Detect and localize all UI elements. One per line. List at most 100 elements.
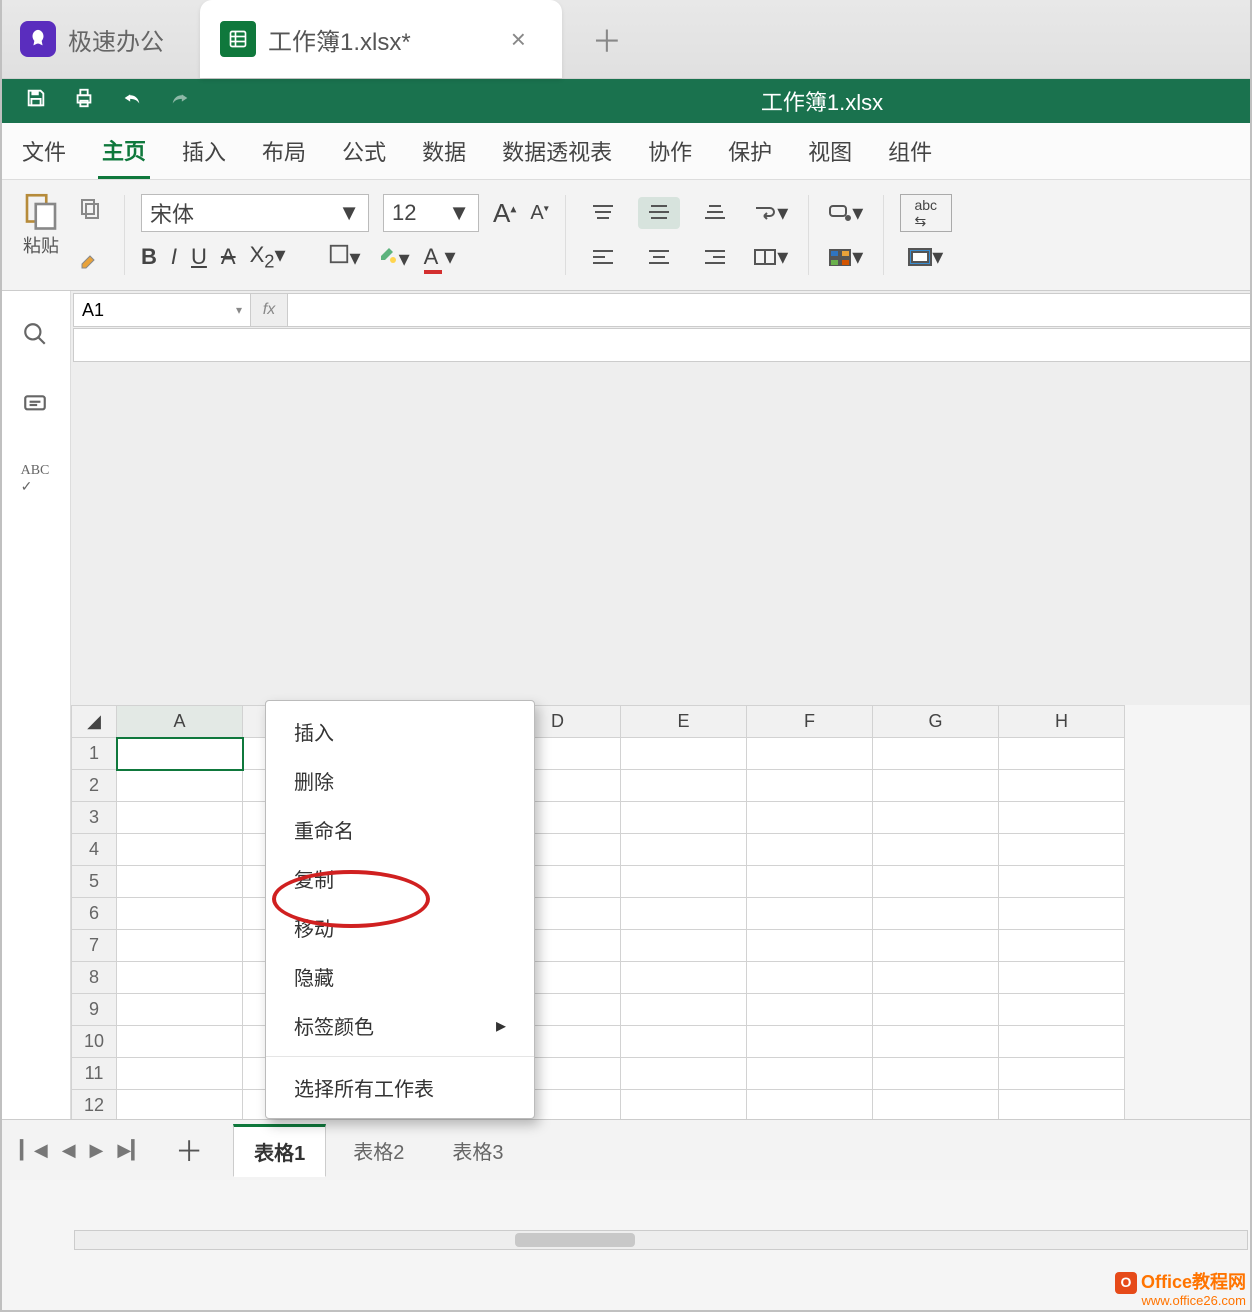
cell-A9[interactable] <box>117 994 243 1026</box>
conditional-format-icon[interactable]: ▾ <box>905 241 947 273</box>
cell-F2[interactable] <box>747 770 873 802</box>
ctx-insert[interactable]: 插入 <box>266 707 534 756</box>
format-painter-icon[interactable] <box>72 244 108 280</box>
row-header-12[interactable]: 12 <box>72 1090 117 1120</box>
horizontal-scrollbar[interactable] <box>74 1230 1248 1250</box>
align-top-icon[interactable] <box>582 197 624 229</box>
cell-H12[interactable] <box>999 1090 1125 1120</box>
cell-F9[interactable] <box>747 994 873 1026</box>
cell-A1[interactable] <box>117 738 243 770</box>
cell-H5[interactable] <box>999 866 1125 898</box>
col-header-E[interactable]: E <box>621 706 747 738</box>
cell-E2[interactable] <box>621 770 747 802</box>
row-header-2[interactable]: 2 <box>72 770 117 802</box>
cell-G10[interactable] <box>873 1026 999 1058</box>
sheet-tab-3[interactable]: 表格3 <box>431 1125 524 1176</box>
row-header-5[interactable]: 5 <box>72 866 117 898</box>
app-home-tab[interactable]: 极速办公 <box>0 0 200 78</box>
cell-E3[interactable] <box>621 802 747 834</box>
cell-A6[interactable] <box>117 898 243 930</box>
cell-G7[interactable] <box>873 930 999 962</box>
insert-function-icon[interactable]: abc⇆ <box>900 194 952 232</box>
cell-G9[interactable] <box>873 994 999 1026</box>
increase-font-icon[interactable]: A▴ <box>493 198 516 229</box>
menu-pivot[interactable]: 数据透视表 <box>498 125 616 177</box>
ctx-select-all-sheets[interactable]: 选择所有工作表 <box>266 1063 534 1112</box>
align-middle-icon[interactable] <box>638 197 680 229</box>
menu-layout[interactable]: 布局 <box>258 125 310 177</box>
menu-formula[interactable]: 公式 <box>338 125 390 177</box>
menu-view[interactable]: 视图 <box>804 125 856 177</box>
cell-F7[interactable] <box>747 930 873 962</box>
font-size-select[interactable]: 12▼ <box>383 194 479 232</box>
cell-H2[interactable] <box>999 770 1125 802</box>
wrap-text-icon[interactable]: ▾ <box>750 197 792 229</box>
row-header-1[interactable]: 1 <box>72 738 117 770</box>
col-header-F[interactable]: F <box>747 706 873 738</box>
ctx-move[interactable]: 移动 <box>266 903 534 952</box>
cell-G12[interactable] <box>873 1090 999 1120</box>
align-left-icon[interactable] <box>582 241 624 273</box>
cell-F12[interactable] <box>747 1090 873 1120</box>
border-button[interactable]: ▾ <box>328 243 361 271</box>
scrollbar-thumb[interactable] <box>515 1233 635 1247</box>
cell-A11[interactable] <box>117 1058 243 1090</box>
cell-A4[interactable] <box>117 834 243 866</box>
document-tab[interactable]: 工作簿1.xlsx* × <box>200 0 562 78</box>
menu-collab[interactable]: 协作 <box>644 125 696 177</box>
cell-G2[interactable] <box>873 770 999 802</box>
ctx-hide[interactable]: 隐藏 <box>266 952 534 1001</box>
sheet-nav-last-icon[interactable]: ▶▎ <box>117 1140 145 1161</box>
ctx-copy[interactable]: 复制 <box>266 854 534 903</box>
col-header-H[interactable]: H <box>999 706 1125 738</box>
cell-F3[interactable] <box>747 802 873 834</box>
row-header-11[interactable]: 11 <box>72 1058 117 1090</box>
row-header-8[interactable]: 8 <box>72 962 117 994</box>
cell-F1[interactable] <box>747 738 873 770</box>
strikethrough-button[interactable]: A <box>221 244 236 270</box>
cell-F11[interactable] <box>747 1058 873 1090</box>
cell-G5[interactable] <box>873 866 999 898</box>
save-icon[interactable] <box>12 87 60 115</box>
undo-icon[interactable] <box>108 87 156 115</box>
cell-G4[interactable] <box>873 834 999 866</box>
cell-F4[interactable] <box>747 834 873 866</box>
cell-A3[interactable] <box>117 802 243 834</box>
cell-G1[interactable] <box>873 738 999 770</box>
align-center-icon[interactable] <box>638 241 680 273</box>
col-header-G[interactable]: G <box>873 706 999 738</box>
sheet-nav-first-icon[interactable]: ▎◀ <box>20 1140 48 1161</box>
cell-A2[interactable] <box>117 770 243 802</box>
row-header-4[interactable]: 4 <box>72 834 117 866</box>
name-box[interactable]: A1▾ <box>73 293 251 327</box>
cell-E10[interactable] <box>621 1026 747 1058</box>
sheet-tab-1[interactable]: 表格1 <box>233 1124 326 1177</box>
copy-icon[interactable] <box>72 190 108 226</box>
number-format-icon[interactable]: ▾ <box>825 197 867 229</box>
tab-close-button[interactable]: × <box>511 24 526 55</box>
add-tab-button[interactable]: ＋ <box>592 17 622 61</box>
cell-G6[interactable] <box>873 898 999 930</box>
row-header-7[interactable]: 7 <box>72 930 117 962</box>
cell-H3[interactable] <box>999 802 1125 834</box>
print-icon[interactable] <box>60 87 108 115</box>
cell-F10[interactable] <box>747 1026 873 1058</box>
fx-label[interactable]: fx <box>251 293 288 327</box>
select-all-corner[interactable]: ◢ <box>72 706 117 738</box>
cell-E12[interactable] <box>621 1090 747 1120</box>
ctx-rename[interactable]: 重命名 <box>266 805 534 854</box>
cell-E6[interactable] <box>621 898 747 930</box>
row-header-6[interactable]: 6 <box>72 898 117 930</box>
font-name-select[interactable]: 宋体▼ <box>141 194 369 232</box>
decrease-font-icon[interactable]: A▾ <box>530 202 548 225</box>
cell-E9[interactable] <box>621 994 747 1026</box>
cell-G8[interactable] <box>873 962 999 994</box>
cell-A7[interactable] <box>117 930 243 962</box>
menu-data[interactable]: 数据 <box>418 125 470 177</box>
row-header-3[interactable]: 3 <box>72 802 117 834</box>
align-right-icon[interactable] <box>694 241 736 273</box>
menu-home[interactable]: 主页 <box>98 124 150 179</box>
sheet-tab-2[interactable]: 表格2 <box>332 1125 425 1176</box>
spreadsheet-grid[interactable]: ◢ A B C D E F G H 1234567891011121314151… <box>71 705 1252 1119</box>
cell-E8[interactable] <box>621 962 747 994</box>
